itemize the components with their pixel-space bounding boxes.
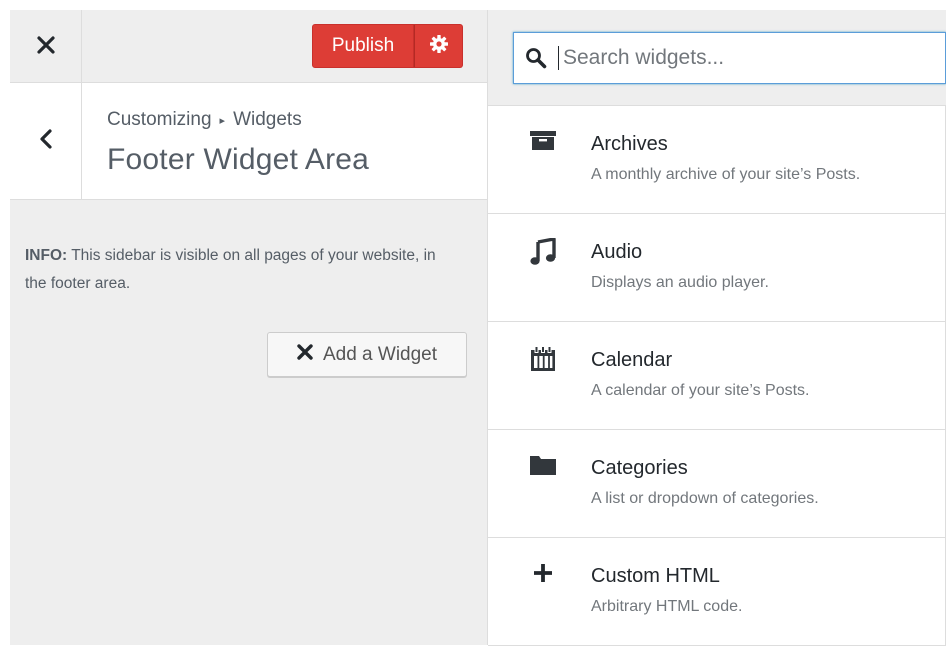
breadcrumb: Customizing ▸ Widgets	[107, 109, 302, 131]
publish-button[interactable]: Publish	[312, 24, 414, 68]
close-icon	[297, 343, 313, 366]
widget-description: A calendar of your site’s Posts.	[591, 382, 810, 399]
widget-title: Archives	[591, 133, 668, 155]
sidebar-description: INFO: This sidebar is visible on all pag…	[25, 242, 445, 298]
widget-search-area	[488, 10, 946, 106]
widget-audio[interactable]: Audio Displays an audio player.	[488, 214, 945, 322]
info-label: INFO:	[25, 247, 68, 264]
widget-description: Arbitrary HTML code.	[591, 598, 743, 615]
widget-categories[interactable]: Categories A list or dropdown of categor…	[488, 430, 945, 538]
triangle-right-icon: ▸	[219, 114, 226, 127]
search-input[interactable]	[558, 46, 933, 70]
section-header: Customizing ▸ Widgets Footer Widget Area	[10, 83, 487, 200]
widget-list: Archives A monthly archive of your site’…	[488, 106, 946, 646]
calendar-icon	[528, 346, 558, 376]
customizer-header: Publish	[10, 10, 487, 83]
widget-title: Calendar	[591, 349, 673, 371]
widget-title: Categories	[591, 457, 688, 479]
archive-icon	[528, 130, 558, 160]
breadcrumb-parent: Customizing	[107, 109, 212, 130]
plus-icon	[528, 562, 558, 592]
folder-icon	[528, 454, 558, 484]
widget-description: A monthly archive of your site’s Posts.	[591, 166, 861, 183]
breadcrumb-current: Widgets	[233, 109, 302, 130]
customizer-sidebar: Publish Customizing ▸ Widgets Footer Wid…	[10, 10, 487, 645]
chevron-left-icon	[39, 129, 53, 153]
info-text: This sidebar is visible on all pages of …	[25, 247, 436, 292]
publish-button-group: Publish	[312, 24, 463, 68]
close-icon	[36, 35, 55, 58]
audio-icon	[528, 238, 558, 268]
back-button[interactable]	[10, 83, 82, 199]
available-widgets-panel: Archives A monthly archive of your site’…	[487, 10, 946, 646]
widget-description: Displays an audio player.	[591, 274, 769, 291]
widget-custom-html[interactable]: Custom HTML Arbitrary HTML code.	[488, 538, 945, 646]
add-widget-label: Add a Widget	[322, 343, 438, 365]
widget-search-box[interactable]	[513, 32, 946, 84]
widget-description: A list or dropdown of categories.	[591, 490, 819, 507]
close-button[interactable]	[10, 10, 82, 83]
gear-icon	[429, 34, 449, 58]
widget-archives[interactable]: Archives A monthly archive of your site’…	[488, 106, 945, 214]
widget-title: Custom HTML	[591, 565, 720, 587]
search-icon	[514, 47, 558, 69]
widget-title: Audio	[591, 241, 643, 263]
panel-title: Footer Widget Area	[107, 143, 370, 176]
widget-calendar[interactable]: Calendar A calendar of your site’s Posts…	[488, 322, 945, 430]
publish-settings-button[interactable]	[414, 24, 463, 68]
add-widget-button[interactable]: Add a Widget	[267, 332, 467, 377]
